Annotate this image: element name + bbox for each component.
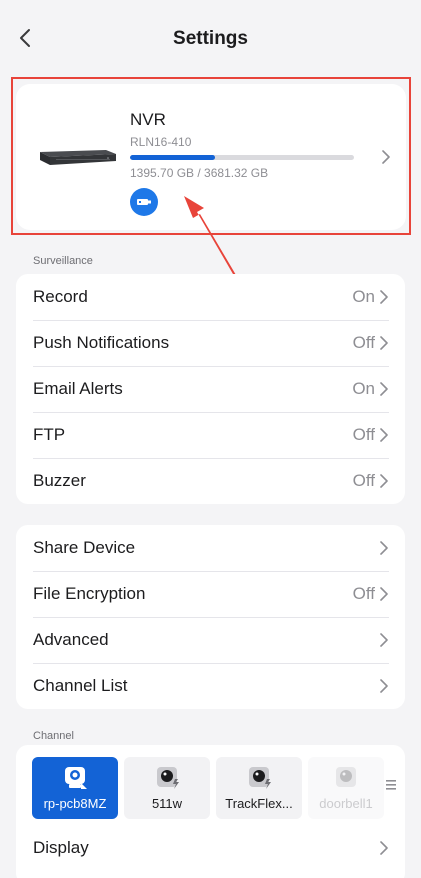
- chevron-right-icon: [380, 679, 388, 693]
- settings-row-file-encryption[interactable]: File Encryption Off: [16, 571, 405, 617]
- row-label: Advanced: [33, 630, 109, 649]
- chevron-right-icon: [380, 428, 388, 442]
- settings-row-channel-list[interactable]: Channel List: [16, 663, 405, 709]
- channel-strip: rp-pcb8MZ 511w TrackFlex... doorbell1: [16, 745, 405, 821]
- row-value: Off: [352, 584, 375, 603]
- chevron-right-icon: [380, 336, 388, 350]
- surveillance-section-label: Surveillance: [33, 255, 93, 267]
- storage-text: 1395.70 GB / 3681.32 GB: [130, 166, 269, 180]
- chevron-right-icon: [380, 633, 388, 647]
- camera-icon: [65, 767, 87, 789]
- channel-tile[interactable]: TrackFlex...: [216, 757, 302, 819]
- settings-row-push-notifications[interactable]: Push Notifications Off: [16, 320, 405, 366]
- chevron-right-icon: [380, 841, 388, 855]
- settings-row-buzzer[interactable]: Buzzer Off: [16, 458, 405, 504]
- row-value: On: [352, 287, 375, 306]
- chevron-right-icon: [380, 290, 388, 304]
- hard-drive-icon: [137, 199, 151, 205]
- storage-bar-fill: [130, 155, 215, 160]
- channel-tile[interactable]: rp-pcb8MZ: [32, 757, 118, 819]
- settings-row-record[interactable]: Record On: [16, 274, 405, 320]
- chevron-right-icon: [380, 541, 388, 555]
- row-label: Channel List: [33, 676, 128, 695]
- doorbell-camera-icon: [336, 767, 356, 787]
- row-label: Record: [33, 287, 88, 306]
- menu-icon[interactable]: [386, 780, 396, 790]
- row-label: FTP: [33, 425, 66, 444]
- row-label: Email Alerts: [33, 379, 123, 398]
- row-label: Display: [33, 838, 89, 857]
- channel-name: 511w: [151, 796, 183, 811]
- channel-section-label: Channel: [33, 730, 74, 742]
- settings-row-share-device[interactable]: Share Device: [16, 525, 405, 571]
- settings-row-email-alerts[interactable]: Email Alerts On: [16, 366, 405, 412]
- channel-tile[interactable]: 511w: [124, 757, 210, 819]
- device-model: RLN16-410: [130, 135, 192, 149]
- row-label: File Encryption: [33, 584, 146, 603]
- page-title: Settings: [173, 28, 248, 49]
- row-label: Share Device: [33, 538, 136, 557]
- chevron-right-icon: [380, 382, 388, 396]
- device-card[interactable]: NVR RLN16-410 1395.70 GB / 3681.32 GB: [16, 84, 406, 230]
- device-name: NVR: [130, 110, 166, 129]
- chevron-right-icon: [382, 150, 390, 164]
- channel-name: rp-pcb8MZ: [43, 796, 107, 811]
- row-value: On: [352, 379, 375, 398]
- general-group: Share Device File Encryption Off Advance…: [16, 525, 405, 709]
- channel-name: doorbell1: [319, 796, 373, 811]
- row-label: Push Notifications: [33, 333, 170, 352]
- battery-camera-icon: [157, 767, 179, 789]
- header: Settings: [0, 0, 421, 76]
- channel-name: TrackFlex...: [225, 796, 293, 811]
- row-value: Off: [352, 333, 375, 352]
- battery-camera-icon: [249, 767, 271, 789]
- nvr-device-image: [40, 150, 116, 165]
- chevron-right-icon: [380, 587, 388, 601]
- hdd-badge: [130, 188, 158, 216]
- settings-row-ftp[interactable]: FTP Off: [16, 412, 405, 458]
- chevron-right-icon: [380, 474, 388, 488]
- storage-bar: [130, 155, 354, 160]
- surveillance-group: Record On Push Notifications Off Email A…: [16, 274, 405, 504]
- row-value: Off: [352, 425, 375, 444]
- settings-row-advanced[interactable]: Advanced: [16, 617, 405, 663]
- channel-group: rp-pcb8MZ 511w TrackFlex... doorbell1 Di…: [16, 745, 405, 878]
- row-label: Buzzer: [33, 471, 86, 490]
- settings-row-display[interactable]: Display: [16, 825, 405, 871]
- channel-tile[interactable]: doorbell1: [308, 757, 384, 819]
- row-value: Off: [352, 471, 375, 490]
